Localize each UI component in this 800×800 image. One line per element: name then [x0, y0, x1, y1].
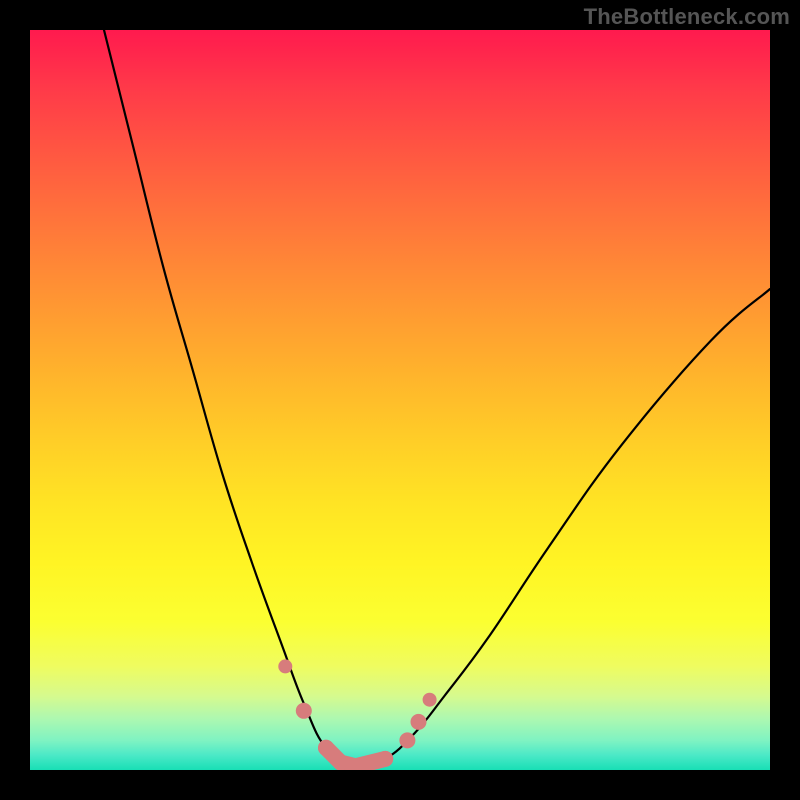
- highlight-dot: [377, 751, 393, 767]
- highlight-dot: [318, 740, 334, 756]
- highlight-dots-group: [278, 659, 436, 770]
- highlight-dot: [333, 755, 349, 770]
- highlight-dot: [296, 703, 312, 719]
- highlight-dot: [423, 693, 437, 707]
- chart-frame: TheBottleneck.com: [0, 0, 800, 800]
- highlight-dot: [399, 732, 415, 748]
- watermark-text: TheBottleneck.com: [584, 4, 790, 30]
- highlight-dot: [278, 659, 292, 673]
- highlight-dot: [411, 714, 427, 730]
- plot-area: [30, 30, 770, 770]
- chart-svg: [30, 30, 770, 770]
- bottleneck-curve: [104, 30, 770, 767]
